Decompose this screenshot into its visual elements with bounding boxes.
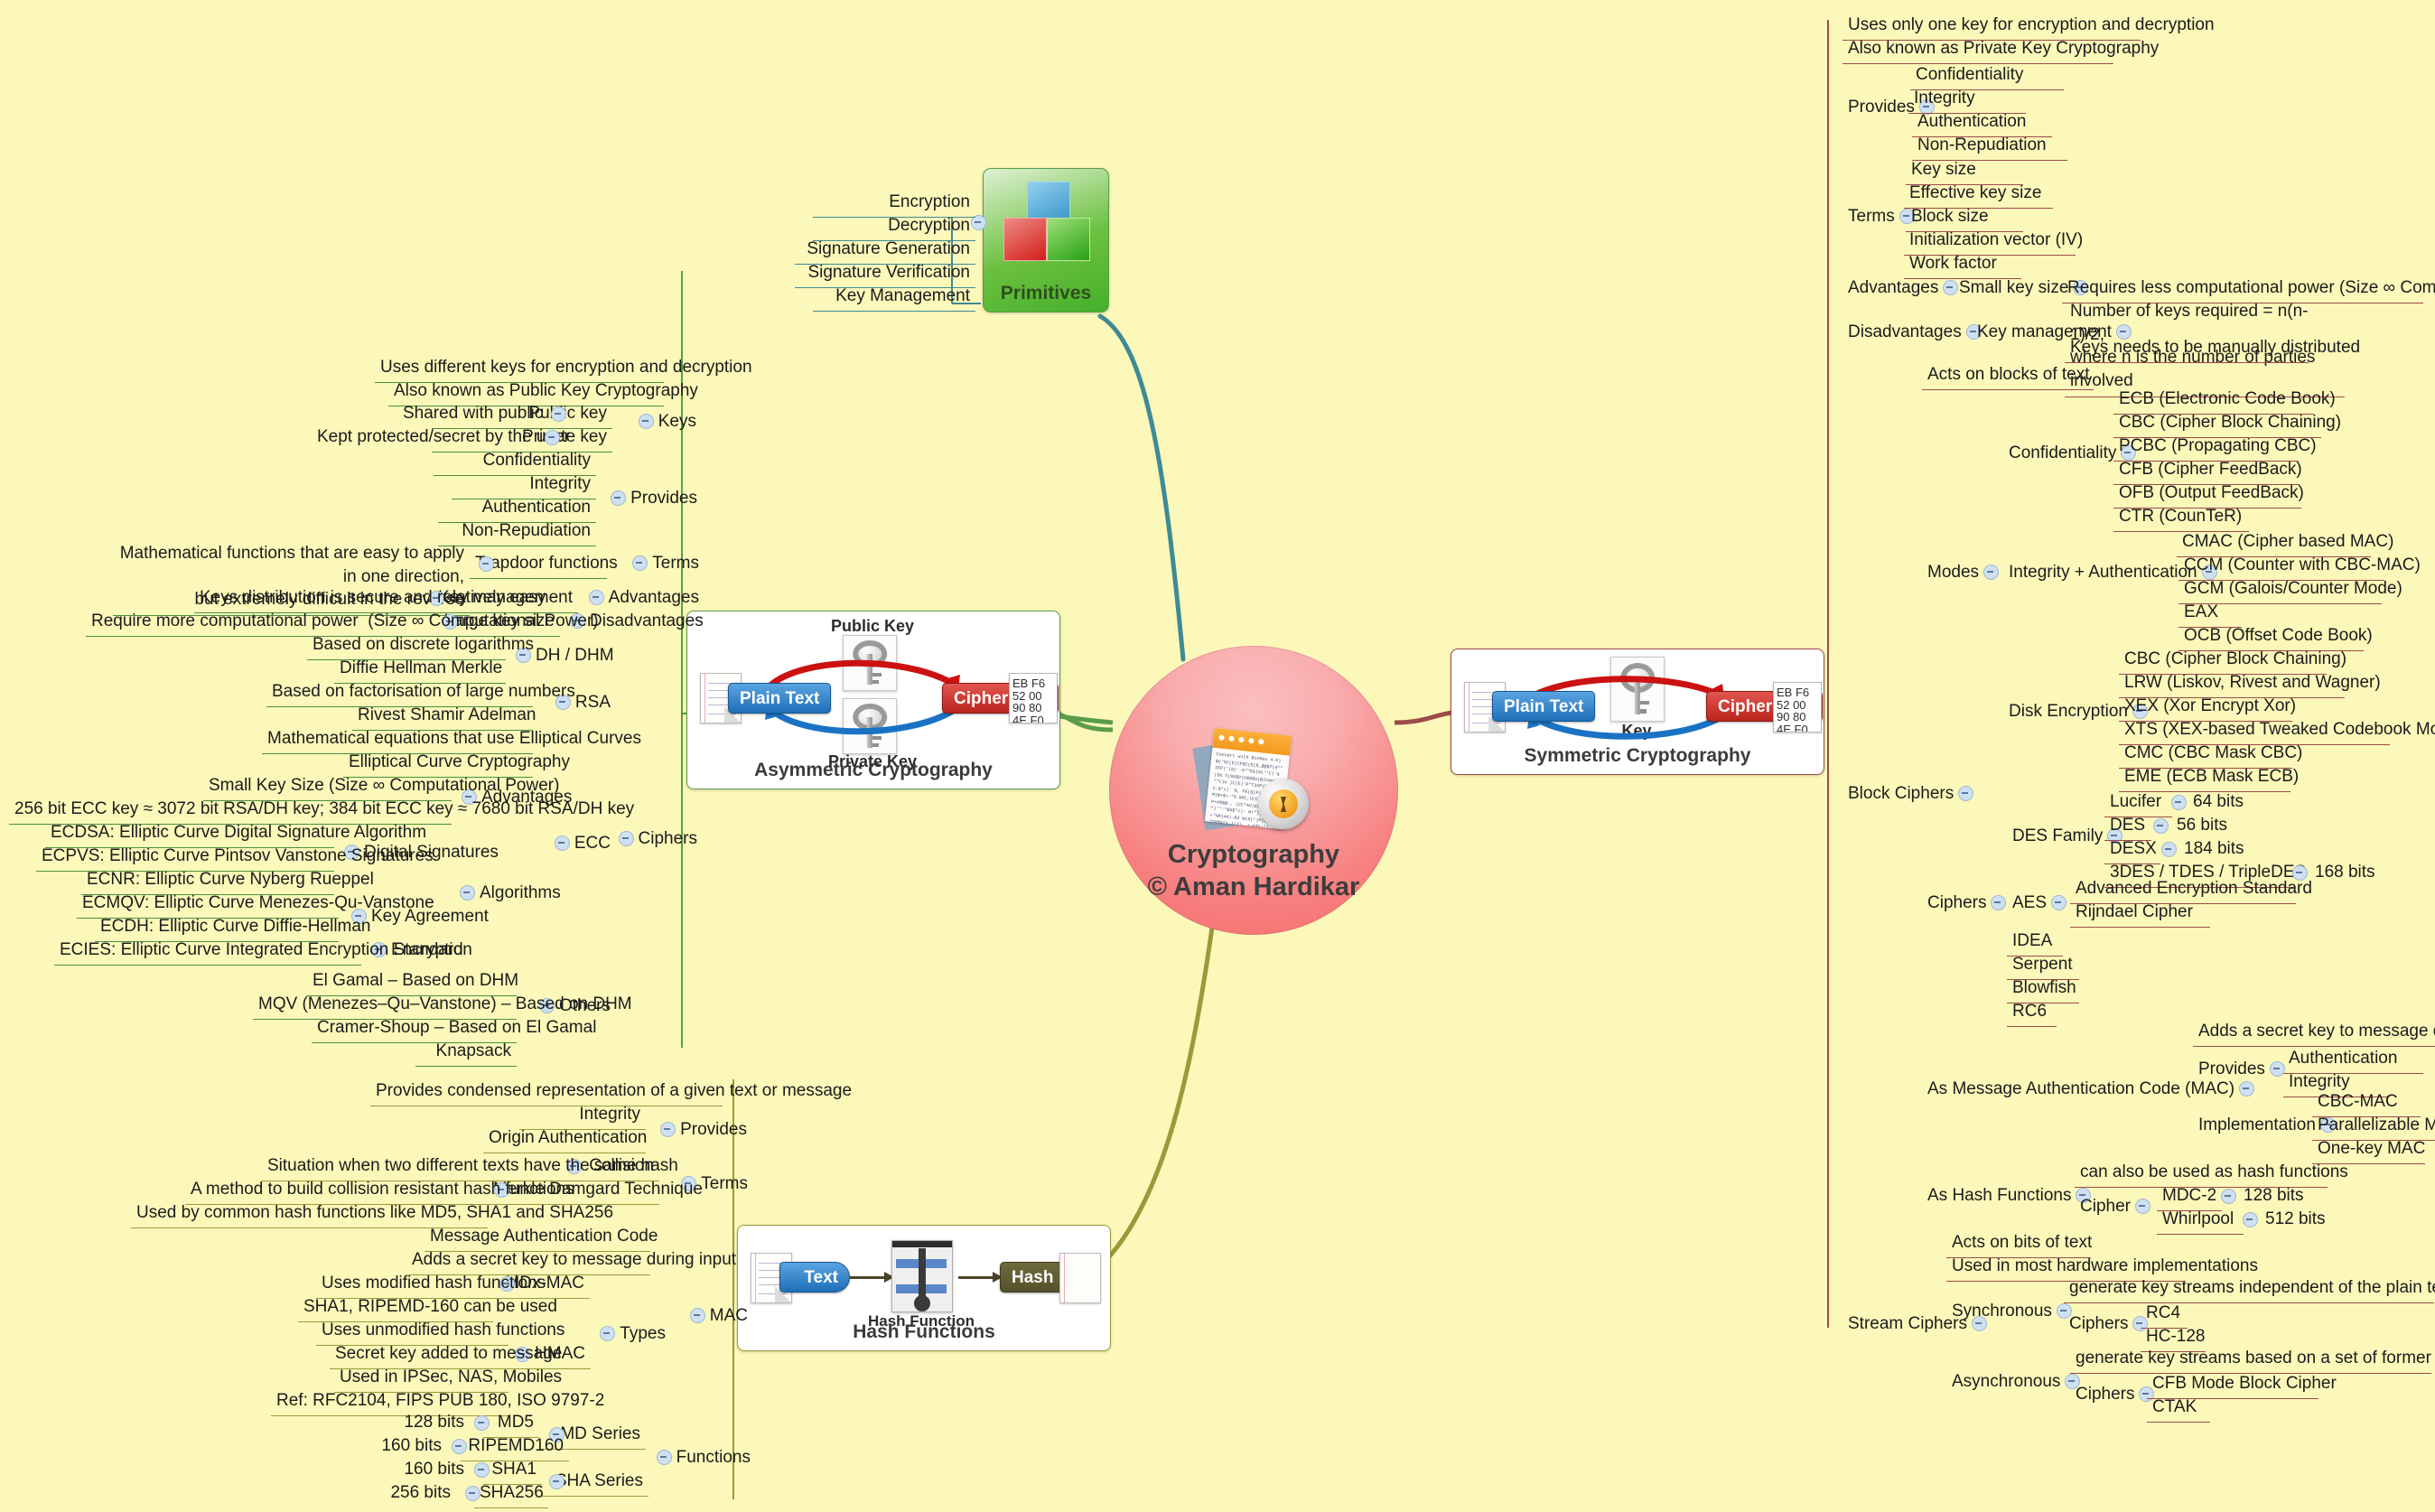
sym-des-collapse-icon[interactable]: [2153, 818, 2169, 834]
sym-as-hash-cipher-collapse-icon[interactable]: [2134, 1199, 2150, 1215]
asym-ecc-algo-collapse-icon[interactable]: [460, 885, 475, 901]
ciphertext-document-icon: EB F6 52 00 90 80 4E F0: [1009, 673, 1058, 723]
asym-others-3[interactable]: Knapsack: [415, 1039, 517, 1067]
sym-modes-disk-encryption-label[interactable]: Disk Encryption: [2003, 699, 2148, 726]
asym-keys-label[interactable]: Keys: [601, 409, 702, 436]
sym-asynchronous-label[interactable]: Asynchronous: [1946, 1369, 2091, 1396]
primitives-card[interactable]: Primitives: [983, 168, 1109, 313]
hash-functions-label[interactable]: Functions: [643, 1445, 756, 1472]
primitives-caption: Primitives: [1000, 283, 1092, 303]
mindmap-canvas: Convert with BinHex 4.0) $c'%C(E)CP$C(E(…: [0, 0, 2435, 1512]
asym-provides-label[interactable]: Provides: [596, 486, 703, 513]
sym-lucifer-collapse-icon[interactable]: [2171, 795, 2187, 810]
asym-ecc-collapse-icon[interactable]: [554, 835, 570, 852]
hash-provides-origin-auth[interactable]: Origin Authentication: [483, 1125, 647, 1153]
sym-async-ctak[interactable]: CTAK: [2147, 1395, 2210, 1423]
encrypted-document-lock-icon: Convert with BinHex 4.0) $c'%C(E)CP$C(E(…: [1186, 719, 1321, 835]
hash-caption: Hash Functions: [853, 1321, 995, 1342]
hash-text-pill: Text: [779, 1262, 850, 1293]
asymmetric-plaintext-pill: Plain Text: [728, 683, 832, 714]
asym-ecc-label[interactable]: ECC: [533, 831, 616, 858]
hash-md5-collapse-icon[interactable]: [474, 1415, 490, 1431]
function-to-hash-arrow: [958, 1272, 1003, 1283]
sym-aes-label[interactable]: AES: [2007, 891, 2076, 918]
sym-disadvantages-label[interactable]: Disadvantages: [1843, 320, 1987, 347]
sym-mode-ctr[interactable]: CTR (CounTeR): [2113, 504, 2249, 532]
asym-keys-collapse-icon[interactable]: [638, 414, 654, 430]
sym-disk-eme[interactable]: EME (ECB Mask ECB): [2119, 764, 2299, 792]
root-title-line1: Cryptography: [1167, 839, 1340, 869]
symmetric-caption: Symmetric Cryptography: [1524, 745, 1751, 766]
asymmetric-caption: Asymmetric Cryptography: [754, 760, 993, 780]
asym-advantages-collapse-icon[interactable]: [588, 590, 604, 606]
sym-as-mac-impl-onekey[interactable]: One-key MAC: [2312, 1136, 2425, 1164]
sym-advantages-label[interactable]: Advantages: [1843, 275, 1969, 303]
symmetric-card[interactable]: Key Plain Text Cipher Text EB F6 52 00 9…: [1451, 649, 1824, 775]
sym-cipher-rc6[interactable]: RC6: [2007, 999, 2057, 1027]
sym-block-ciphers-collapse-icon[interactable]: [1958, 786, 1974, 802]
hash-mac-types-collapse-icon[interactable]: [600, 1326, 616, 1342]
sym-mdc2-collapse-icon[interactable]: [2221, 1189, 2236, 1204]
sym-as-mac-label[interactable]: As Message Authentication Code (MAC): [1922, 1077, 2255, 1104]
hash-card[interactable]: Text Hash Function Hash Hash Functions: [737, 1225, 1111, 1351]
root-title-line2: © Aman Hardikar: [1147, 873, 1360, 902]
sym-block-ciphers-note[interactable]: Acts on blocks of text: [1922, 362, 2094, 390]
three-cubes-icon: [1000, 182, 1094, 265]
sym-ciphers-collapse-icon[interactable]: [1991, 895, 2007, 911]
sym-aes-note-1[interactable]: Rijndael Cipher: [2070, 900, 2210, 928]
hash-output-document-icon: [1059, 1253, 1101, 1303]
hash-provides-collapse-icon[interactable]: [660, 1122, 676, 1138]
sym-desx-collapse-icon[interactable]: [2161, 842, 2177, 857]
sym-async-note[interactable]: generate key streams based on a set of f…: [2070, 1346, 2431, 1374]
sym-modes-collapse-icon[interactable]: [1983, 565, 2000, 581]
sym-as-mac-collapse-icon[interactable]: [2239, 1081, 2255, 1097]
hash-provides-label[interactable]: Provides: [646, 1117, 752, 1144]
hash-sha256-collapse-icon[interactable]: [465, 1486, 480, 1501]
asym-provides-collapse-icon[interactable]: [611, 490, 627, 507]
asym-private-key-collapse-icon[interactable]: [545, 430, 560, 445]
asym-terms-label[interactable]: Terms: [607, 551, 704, 578]
sym-as-mac-provides-label[interactable]: Provides: [2193, 1057, 2292, 1084]
asym-terms-collapse-icon[interactable]: [632, 555, 648, 572]
hash-function-machine-icon: [891, 1240, 953, 1312]
asymmetric-card[interactable]: Public Key Private Key Plain Text Cipher…: [686, 611, 1060, 789]
sym-as-hash-whirlpool[interactable]: Whirlpool: [2157, 1207, 2244, 1235]
sym-block-ciphers-label[interactable]: Block Ciphers: [1843, 781, 1974, 808]
sym-modes-label[interactable]: Modes: [1922, 560, 2012, 587]
hash-sha-series-collapse-icon[interactable]: [549, 1474, 564, 1489]
asym-public-key-collapse-icon[interactable]: [551, 406, 566, 422]
asym-ecc-enc-0[interactable]: ECIES: Elliptic Curve Integrated Encrypt…: [54, 938, 463, 966]
sym-modes-confidentiality-label[interactable]: Confidentiality: [2003, 441, 2137, 468]
sym-as-hash-whirlpool-bits[interactable]: 512 bits: [2260, 1207, 2346, 1234]
sym-3des-bits[interactable]: 168 bits: [2309, 860, 2395, 887]
asym-trapdoor-collapse-icon[interactable]: [479, 556, 494, 572]
hash-sha256-label[interactable]: SHA256: [474, 1480, 548, 1508]
sym-synchronous-label[interactable]: Synchronous: [1946, 1299, 2082, 1326]
ciphertext-document-icon: EB F6 52 00 90 80 4E F0: [1773, 682, 1822, 733]
sym-note-private-key-crypto[interactable]: Also known as Private Key Cryptography: [1843, 36, 2159, 64]
hash-sha1-collapse-icon[interactable]: [474, 1462, 490, 1478]
sym-as-hash-label[interactable]: As Hash Functions: [1922, 1183, 2098, 1210]
hash-ripemd-collapse-icon[interactable]: [452, 1439, 467, 1454]
sym-as-mac-note[interactable]: Adds a secret key to message during inpu…: [2193, 1019, 2435, 1047]
root-node[interactable]: Convert with BinHex 4.0) $c'%C(E)CP$C(E(…: [1109, 646, 1398, 935]
hash-functions-collapse-icon[interactable]: [656, 1450, 672, 1466]
sym-sync-note[interactable]: generate key streams independent of the …: [2064, 1275, 2435, 1303]
sym-as-hash-cipher-label[interactable]: Cipher: [2075, 1194, 2160, 1221]
hash-sha256-bits[interactable]: 256 bits: [370, 1480, 456, 1507]
hash-mac-collapse-icon[interactable]: [689, 1308, 705, 1324]
sym-aes-collapse-icon[interactable]: [2051, 895, 2067, 911]
primitive-key-management[interactable]: Key Management: [813, 284, 975, 312]
sym-as-mac-impl-label[interactable]: Implementation: [2193, 1113, 2336, 1140]
sym-modes-integrity-auth-label[interactable]: Integrity + Authentication: [2003, 560, 2217, 587]
sym-whirlpool-collapse-icon[interactable]: [2243, 1212, 2258, 1227]
symmetric-plaintext-pill: Plain Text: [1492, 691, 1596, 722]
asym-ciphers-collapse-icon[interactable]: [618, 831, 634, 847]
sym-disadv-keymgmt-note-1[interactable]: Keys needs to be manually distributed: [2065, 335, 2360, 363]
text-to-function-arrow: [850, 1272, 894, 1283]
